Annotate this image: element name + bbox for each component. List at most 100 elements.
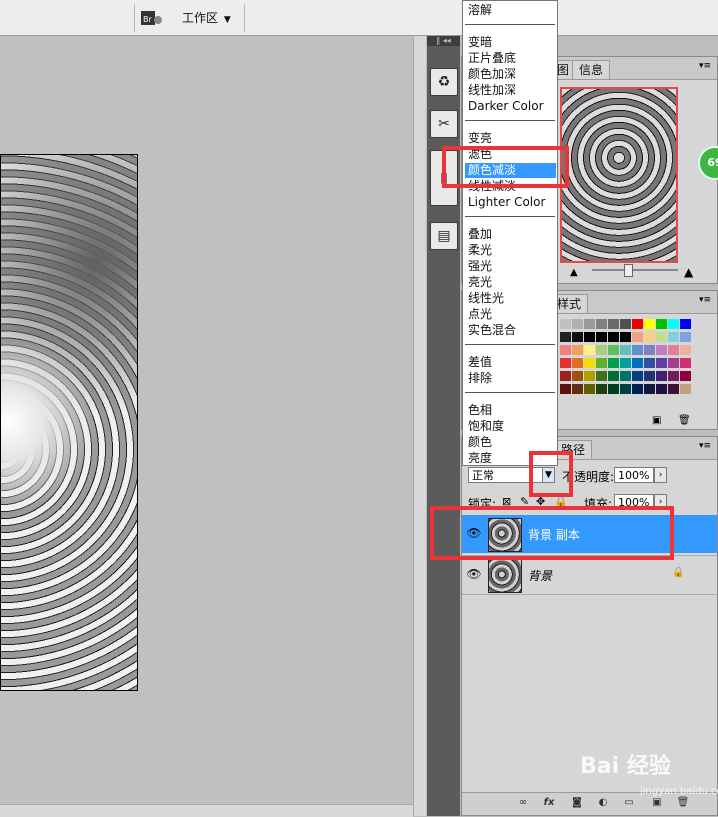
trash-icon[interactable]: 🗑 bbox=[678, 415, 691, 426]
color-swatch[interactable] bbox=[644, 358, 655, 368]
color-swatch[interactable] bbox=[668, 358, 679, 368]
blend-mode-option[interactable]: 差值 bbox=[468, 355, 492, 370]
color-swatch[interactable] bbox=[668, 319, 679, 329]
color-swatch[interactable] bbox=[620, 332, 631, 342]
color-swatch[interactable] bbox=[680, 319, 691, 329]
add-mask-icon[interactable]: ◙ bbox=[570, 797, 584, 809]
layer-row[interactable]: 👁 背景 🔒 bbox=[462, 555, 717, 595]
blend-mode-option[interactable]: 线性光 bbox=[468, 291, 504, 306]
new-swatch-icon[interactable]: ▣ bbox=[652, 415, 661, 426]
zoom-in-icon[interactable]: ▲ bbox=[684, 265, 693, 279]
color-swatch[interactable] bbox=[644, 319, 655, 329]
color-swatch[interactable] bbox=[632, 358, 643, 368]
color-swatch[interactable] bbox=[596, 345, 607, 355]
blend-mode-option[interactable]: Lighter Color bbox=[468, 195, 545, 210]
layer-style-icon[interactable]: fx bbox=[542, 797, 556, 809]
adjustment-layer-icon[interactable]: ◐ bbox=[596, 797, 610, 809]
color-swatch[interactable] bbox=[584, 319, 595, 329]
color-swatch[interactable] bbox=[656, 332, 667, 342]
document-canvas-area[interactable] bbox=[0, 36, 413, 804]
blend-mode-option[interactable]: 点光 bbox=[468, 307, 492, 322]
color-swatch[interactable] bbox=[656, 358, 667, 368]
blend-mode-option[interactable]: 颜色 bbox=[468, 435, 492, 450]
zoom-out-icon[interactable]: ▲ bbox=[570, 267, 578, 278]
color-swatch[interactable] bbox=[680, 345, 691, 355]
color-swatch[interactable] bbox=[644, 384, 655, 394]
blend-mode-option[interactable]: 柔光 bbox=[468, 243, 492, 258]
blend-mode-option[interactable]: 变亮 bbox=[468, 131, 492, 146]
color-swatch[interactable] bbox=[632, 345, 643, 355]
opacity-arrow-icon[interactable]: › bbox=[654, 467, 667, 483]
color-swatch[interactable] bbox=[632, 384, 643, 394]
blend-mode-option[interactable]: 实色混合 bbox=[468, 323, 516, 338]
blend-mode-menu[interactable]: 溶解 变暗 正片叠底 颜色加深 线性加深 Darker Color 变亮 滤色 颜色减淡 线性减淡… bbox=[462, 0, 558, 466]
eye-icon[interactable]: 👁 bbox=[466, 567, 482, 581]
history-icon[interactable]: ♻ bbox=[430, 68, 458, 96]
tools-icon[interactable]: ✂ bbox=[430, 110, 458, 138]
color-swatch[interactable] bbox=[608, 371, 619, 381]
color-swatch[interactable] bbox=[608, 358, 619, 368]
zoom-slider-thumb[interactable] bbox=[624, 264, 633, 277]
zoom-slider[interactable] bbox=[592, 264, 678, 277]
new-group-icon[interactable]: ▭ bbox=[622, 797, 636, 809]
color-swatch[interactable] bbox=[572, 384, 583, 394]
color-swatch[interactable] bbox=[596, 332, 607, 342]
color-swatch[interactable] bbox=[572, 358, 583, 368]
blend-mode-option[interactable]: 排除 bbox=[468, 371, 492, 386]
color-swatch[interactable] bbox=[632, 371, 643, 381]
color-swatch[interactable] bbox=[572, 345, 583, 355]
color-swatch[interactable] bbox=[644, 371, 655, 381]
color-swatch[interactable] bbox=[620, 358, 631, 368]
color-swatch[interactable] bbox=[656, 345, 667, 355]
color-swatch[interactable] bbox=[656, 319, 667, 329]
blend-mode-option[interactable]: 正片叠底 bbox=[468, 51, 516, 66]
vertical-scrollbar[interactable] bbox=[413, 36, 426, 816]
navigator-preview[interactable] bbox=[560, 87, 678, 263]
panel-menu-icon[interactable]: ▾≡ bbox=[699, 295, 711, 305]
color-swatch[interactable] bbox=[668, 371, 679, 381]
color-swatch[interactable] bbox=[560, 345, 571, 355]
blend-mode-option[interactable]: 饱和度 bbox=[468, 419, 504, 434]
color-swatch[interactable] bbox=[668, 384, 679, 394]
color-swatch[interactable] bbox=[608, 345, 619, 355]
color-swatch[interactable] bbox=[560, 319, 571, 329]
color-swatch[interactable] bbox=[668, 345, 679, 355]
color-swatch[interactable] bbox=[596, 358, 607, 368]
panel-menu-icon[interactable]: ▾≡ bbox=[699, 441, 711, 451]
color-swatch[interactable] bbox=[608, 384, 619, 394]
blend-mode-option[interactable]: 溶解 bbox=[468, 3, 492, 18]
color-swatch[interactable] bbox=[680, 371, 691, 381]
workspace-button[interactable]: 工作区 ▼ bbox=[182, 9, 231, 27]
document-image[interactable] bbox=[0, 154, 138, 691]
color-swatch[interactable] bbox=[560, 384, 571, 394]
color-swatch[interactable] bbox=[632, 319, 643, 329]
color-swatch[interactable] bbox=[596, 371, 607, 381]
color-swatch[interactable] bbox=[620, 384, 631, 394]
color-swatch[interactable] bbox=[668, 332, 679, 342]
color-swatch[interactable] bbox=[584, 358, 595, 368]
blend-mode-option[interactable]: 强光 bbox=[468, 259, 492, 274]
color-swatch[interactable] bbox=[680, 332, 691, 342]
tab-info[interactable]: 信息 bbox=[572, 60, 611, 79]
dock-grip-icon[interactable]: ‖ ◂◂ bbox=[427, 36, 460, 46]
delete-layer-icon[interactable]: 🗑 bbox=[676, 797, 690, 809]
color-swatch[interactable] bbox=[572, 332, 583, 342]
color-swatch[interactable] bbox=[560, 358, 571, 368]
blend-mode-option[interactable]: 色相 bbox=[468, 403, 492, 418]
bridge-button[interactable]: Br bbox=[140, 9, 164, 27]
color-swatch[interactable] bbox=[596, 384, 607, 394]
horizontal-scrollbar[interactable] bbox=[0, 804, 413, 817]
blend-mode-option[interactable]: 亮度 bbox=[468, 451, 492, 466]
color-swatch[interactable] bbox=[584, 345, 595, 355]
blend-mode-option[interactable]: 颜色加深 bbox=[468, 67, 516, 82]
color-swatch[interactable] bbox=[572, 371, 583, 381]
color-swatch[interactable] bbox=[656, 384, 667, 394]
color-swatch[interactable] bbox=[620, 345, 631, 355]
color-swatch[interactable] bbox=[572, 319, 583, 329]
color-swatch[interactable] bbox=[584, 371, 595, 381]
color-swatch[interactable] bbox=[560, 332, 571, 342]
notes-icon[interactable]: ▤ bbox=[430, 222, 458, 250]
color-swatch[interactable] bbox=[632, 332, 643, 342]
color-swatch[interactable] bbox=[656, 371, 667, 381]
blend-mode-option[interactable]: 亮光 bbox=[468, 275, 492, 290]
